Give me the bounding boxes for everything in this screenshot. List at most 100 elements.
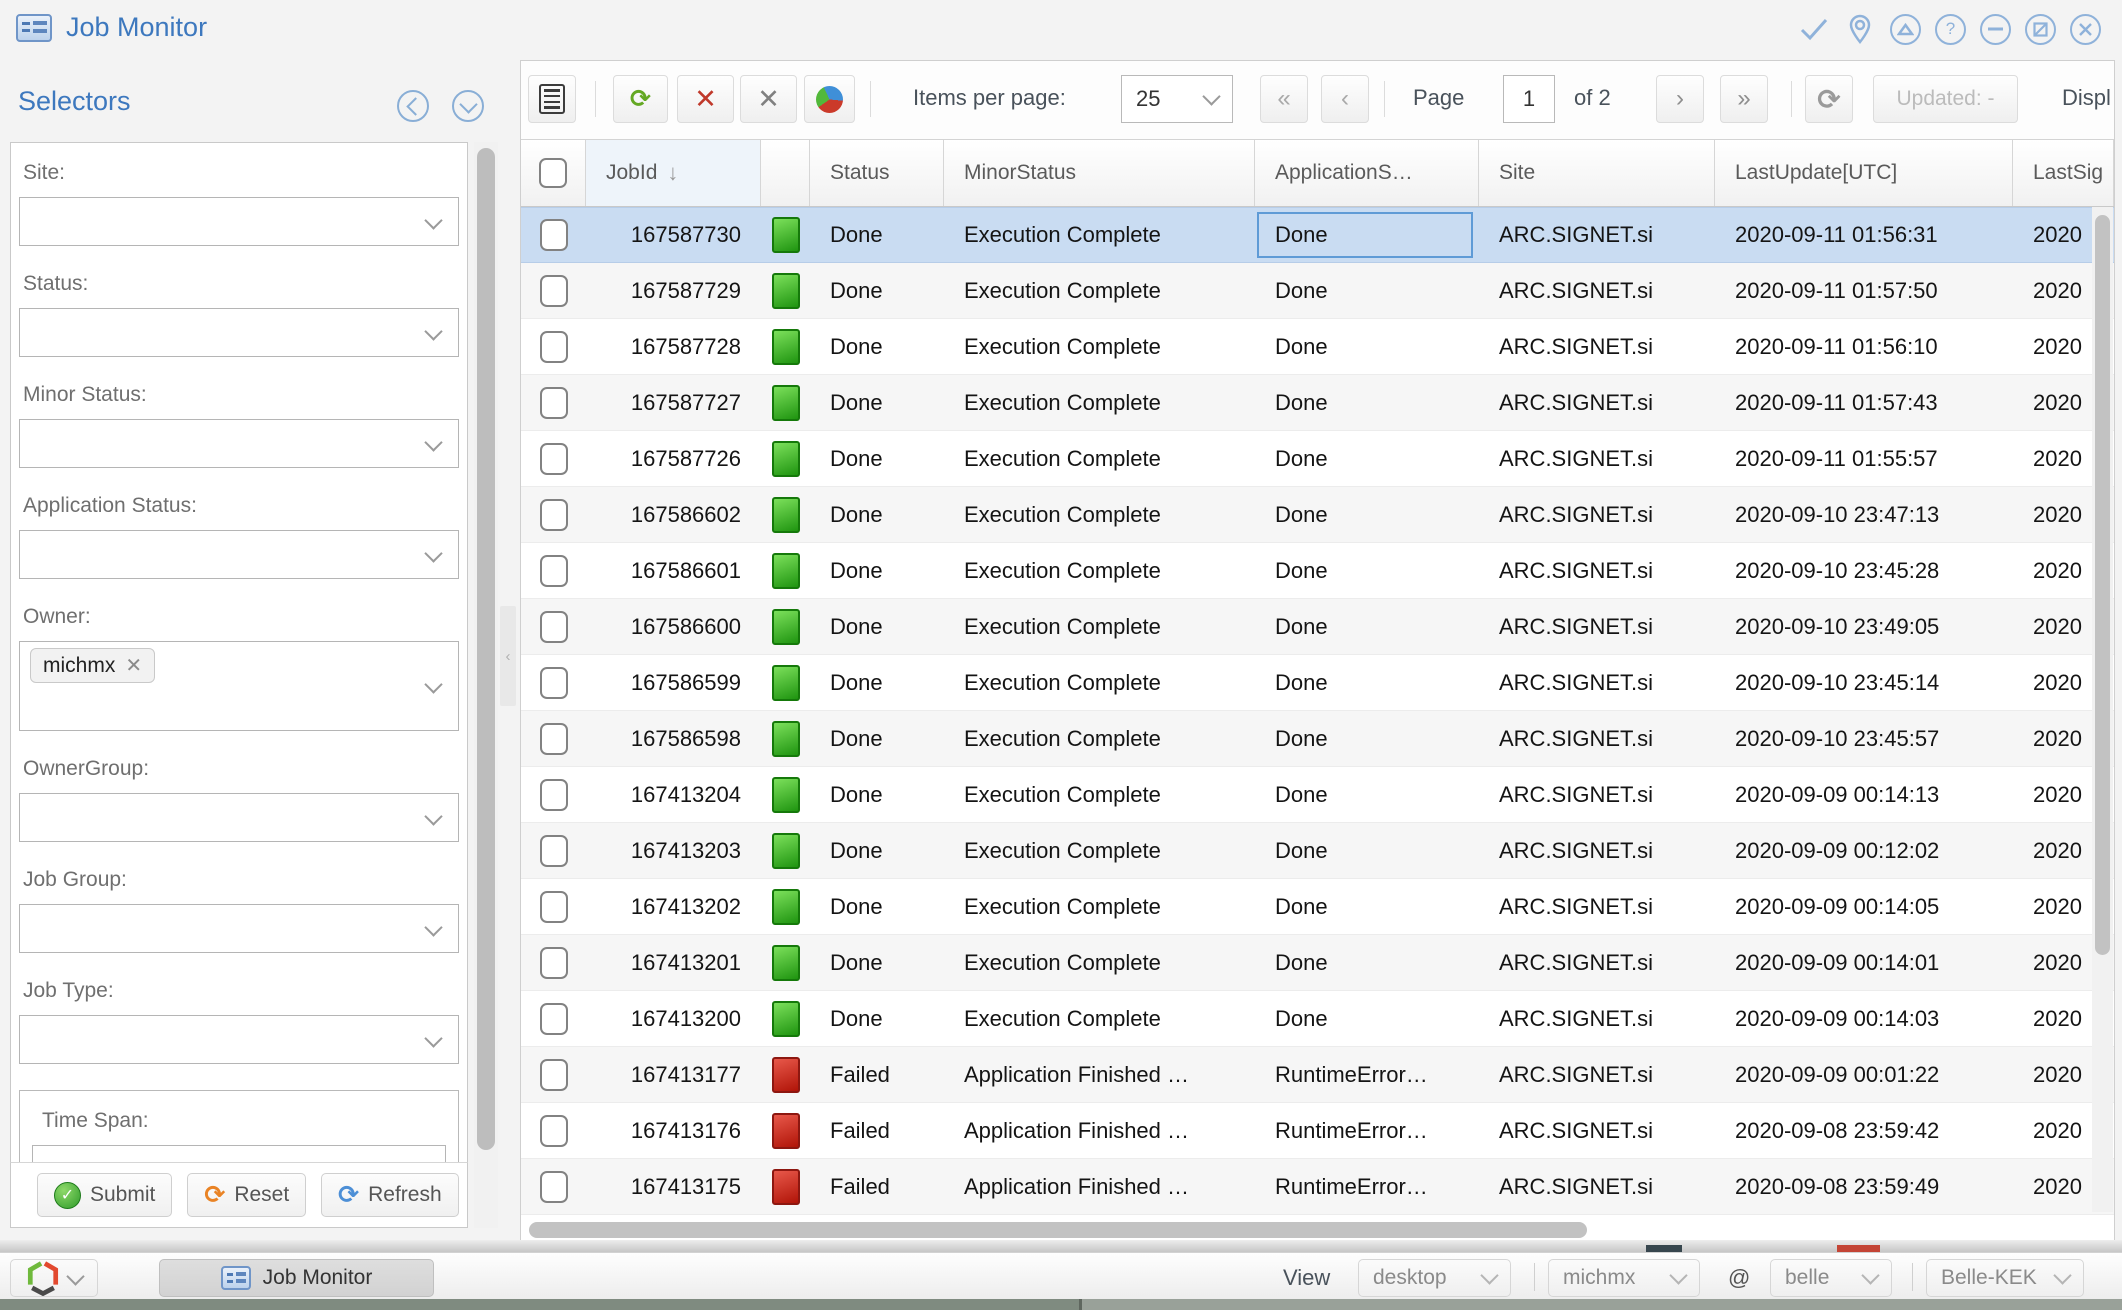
- owner-tag[interactable]: michmx✕: [30, 648, 155, 683]
- check-icon[interactable]: [1798, 13, 1830, 45]
- table-row[interactable]: 167587727DoneExecution CompleteDoneARC.S…: [521, 375, 2114, 431]
- refresh-button[interactable]: ⟳Refresh: [321, 1173, 458, 1217]
- remove-tag-icon[interactable]: ✕: [125, 653, 142, 678]
- column-header-lastsign[interactable]: LastSig: [2013, 140, 2114, 206]
- table-row[interactable]: 167413202DoneExecution CompleteDoneARC.S…: [521, 879, 2114, 935]
- table-row[interactable]: 167413175FailedApplication Finished …Run…: [521, 1159, 2114, 1215]
- updated-button[interactable]: Updated: -: [1873, 75, 2018, 123]
- row-checkbox[interactable]: [540, 443, 568, 475]
- row-checkbox[interactable]: [540, 1003, 568, 1035]
- row-checkbox[interactable]: [540, 219, 568, 251]
- selector-combo[interactable]: [19, 793, 459, 842]
- row-checkbox[interactable]: [540, 331, 568, 363]
- delete-job-button[interactable]: ✕: [740, 75, 797, 123]
- combo-chevron-icon[interactable]: [424, 544, 442, 562]
- reload-table-button[interactable]: ⟳: [613, 75, 668, 123]
- prev-page-button[interactable]: ‹: [1321, 75, 1369, 123]
- row-checkbox[interactable]: [540, 667, 568, 699]
- restore-icon[interactable]: [2025, 14, 2056, 45]
- grid-vertical-scrollbar[interactable]: [2092, 207, 2113, 1212]
- next-page-button[interactable]: ›: [1656, 75, 1704, 123]
- pin-icon[interactable]: [1844, 13, 1876, 45]
- table-row[interactable]: 167413204DoneExecution CompleteDoneARC.S…: [521, 767, 2114, 823]
- table-row[interactable]: 167586601DoneExecution CompleteDoneARC.S…: [521, 543, 2114, 599]
- table-row[interactable]: 167413176FailedApplication Finished …Run…: [521, 1103, 2114, 1159]
- row-checkbox[interactable]: [540, 499, 568, 531]
- combo-chevron-icon[interactable]: [424, 433, 442, 451]
- kill-job-button[interactable]: ✕: [677, 75, 734, 123]
- row-checkbox[interactable]: [540, 779, 568, 811]
- combo-chevron-icon[interactable]: [424, 1029, 442, 1047]
- selector-combo[interactable]: [19, 904, 459, 953]
- table-row[interactable]: 167587728DoneExecution CompleteDoneARC.S…: [521, 319, 2114, 375]
- submit-button[interactable]: ✓Submit: [37, 1173, 172, 1217]
- combo-chevron-icon[interactable]: [424, 918, 442, 936]
- selector-combo[interactable]: michmx✕: [19, 641, 459, 731]
- table-row[interactable]: 167587729DoneExecution CompleteDoneARC.S…: [521, 263, 2114, 319]
- help-icon[interactable]: ?: [1935, 14, 1966, 45]
- combo-chevron-icon[interactable]: [424, 807, 442, 825]
- refresh-grid-button[interactable]: ⟳: [1805, 75, 1853, 123]
- table-row[interactable]: 167413177FailedApplication Finished …Run…: [521, 1047, 2114, 1103]
- table-row[interactable]: 167413203DoneExecution CompleteDoneARC.S…: [521, 823, 2114, 879]
- column-header-minorstatus[interactable]: MinorStatus: [944, 140, 1255, 206]
- combo-chevron-icon[interactable]: [424, 322, 442, 340]
- row-checkbox[interactable]: [540, 387, 568, 419]
- table-row[interactable]: 167587726DoneExecution CompleteDoneARC.S…: [521, 431, 2114, 487]
- grid-horizontal-scrollbar[interactable]: [523, 1219, 2090, 1241]
- selector-combo[interactable]: [19, 530, 459, 579]
- reset-button[interactable]: ⟳Reset: [187, 1173, 306, 1217]
- table-row[interactable]: 167413200DoneExecution CompleteDoneARC.S…: [521, 991, 2114, 1047]
- setup-select[interactable]: Belle-KEK: [1926, 1259, 2084, 1297]
- row-checkbox[interactable]: [540, 891, 568, 923]
- sidebar-splitter-handle[interactable]: ‹: [500, 606, 516, 706]
- minimize-icon[interactable]: [1980, 14, 2011, 45]
- table-row[interactable]: 167586600DoneExecution CompleteDoneARC.S…: [521, 599, 2114, 655]
- table-row[interactable]: 167586602DoneExecution CompleteDoneARC.S…: [521, 487, 2114, 543]
- row-checkbox[interactable]: [540, 611, 568, 643]
- row-checkbox[interactable]: [540, 723, 568, 755]
- row-checkbox[interactable]: [540, 1171, 568, 1203]
- combo-chevron-icon[interactable]: [424, 675, 442, 693]
- selector-combo[interactable]: [19, 197, 459, 246]
- view-select[interactable]: desktop: [1358, 1259, 1511, 1297]
- column-header-statusicon[interactable]: [761, 140, 810, 206]
- sidebar-scrollbar[interactable]: [474, 142, 498, 1228]
- focused-cell[interactable]: Done: [1257, 212, 1473, 258]
- selector-combo[interactable]: [19, 308, 459, 357]
- collapse-icon[interactable]: [1890, 14, 1921, 45]
- selectors-collapse-icon[interactable]: [397, 90, 429, 122]
- last-page-button[interactable]: »: [1720, 75, 1768, 123]
- group-select[interactable]: belle: [1770, 1259, 1892, 1297]
- column-header-site[interactable]: Site: [1479, 140, 1715, 206]
- row-checkbox[interactable]: [540, 1059, 568, 1091]
- close-icon[interactable]: [2070, 14, 2101, 45]
- first-page-button[interactable]: «: [1260, 75, 1308, 123]
- selector-combo[interactable]: [19, 419, 459, 468]
- selectors-menu-icon[interactable]: [452, 90, 484, 122]
- row-checkbox[interactable]: [540, 835, 568, 867]
- column-header-appstatus[interactable]: ApplicationS…: [1255, 140, 1479, 206]
- column-header-lastupdate[interactable]: LastUpdate[UTC]: [1715, 140, 2013, 206]
- table-row[interactable]: 167587730DoneExecution CompleteDoneARC.S…: [521, 207, 2114, 263]
- row-checkbox[interactable]: [540, 1115, 568, 1147]
- statistics-button[interactable]: [804, 75, 855, 123]
- row-checkbox[interactable]: [540, 275, 568, 307]
- select-all-checkbox[interactable]: [539, 158, 567, 188]
- combo-chevron-icon[interactable]: [424, 211, 442, 229]
- column-header-jobid[interactable]: JobId↓: [586, 140, 761, 206]
- user-select[interactable]: michmx: [1548, 1259, 1700, 1297]
- page-number-input[interactable]: 1: [1503, 75, 1555, 123]
- table-row[interactable]: 167586598DoneExecution CompleteDoneARC.S…: [521, 711, 2114, 767]
- taskbar-job-monitor-button[interactable]: Job Monitor: [159, 1259, 434, 1297]
- menu-button[interactable]: [528, 75, 576, 123]
- dirac-menu-button[interactable]: [10, 1259, 98, 1297]
- column-header-select[interactable]: [521, 140, 586, 206]
- selector-combo[interactable]: [19, 1015, 459, 1064]
- items-per-page-select[interactable]: 25: [1121, 75, 1233, 123]
- table-row[interactable]: 167413201DoneExecution CompleteDoneARC.S…: [521, 935, 2114, 991]
- table-row[interactable]: 167586599DoneExecution CompleteDoneARC.S…: [521, 655, 2114, 711]
- column-header-status[interactable]: Status: [810, 140, 944, 206]
- row-checkbox[interactable]: [540, 947, 568, 979]
- row-checkbox[interactable]: [540, 555, 568, 587]
